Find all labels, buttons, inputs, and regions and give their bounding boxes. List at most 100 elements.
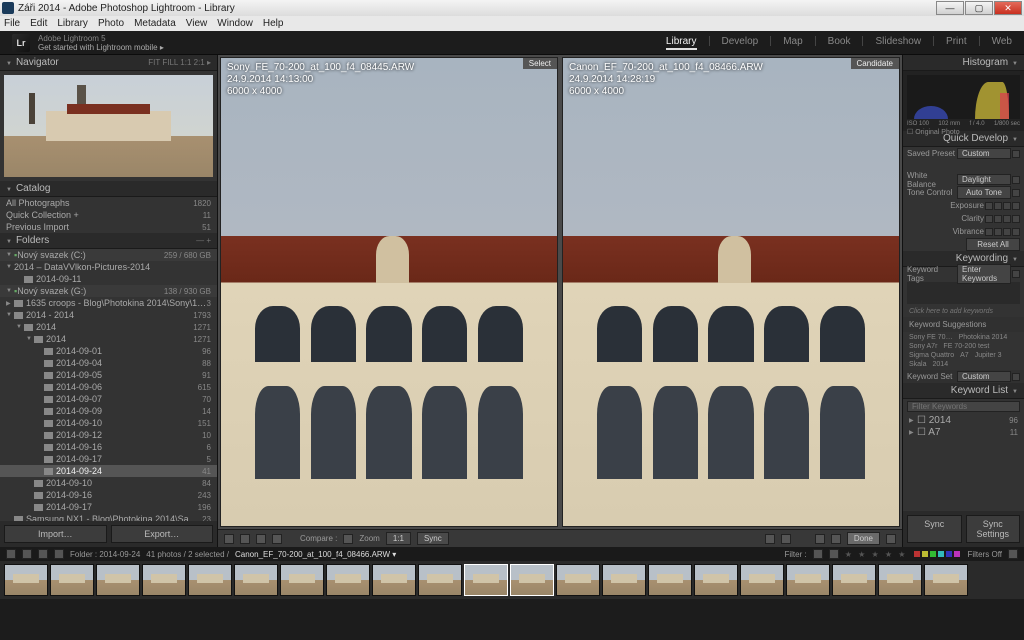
kwset-expand-icon[interactable]: [1012, 373, 1020, 381]
keyword-suggestion[interactable]: Photokina 2014: [957, 334, 1010, 341]
grid-view-icon[interactable]: [224, 534, 234, 544]
clar-up[interactable]: [1003, 215, 1011, 223]
filmstrip-thumb[interactable]: [4, 564, 48, 596]
grid-toggle-icon[interactable]: [22, 549, 32, 559]
done-button[interactable]: Done: [847, 532, 880, 545]
menu-library[interactable]: Library: [57, 18, 88, 29]
preset-expand-icon[interactable]: [1012, 150, 1020, 158]
keyword-list-row[interactable]: ▶☐ A711: [903, 426, 1024, 438]
folder-row[interactable]: Samsung NX1 - Blog\Photokina 2014\Samsun…: [0, 513, 217, 521]
folder-row[interactable]: 2014-09-2441: [0, 465, 217, 477]
module-print[interactable]: Print: [946, 36, 967, 50]
swap-icon[interactable]: [765, 534, 775, 544]
loupe-view-icon[interactable]: [240, 534, 250, 544]
module-develop[interactable]: Develop: [722, 36, 759, 50]
keyword-suggestion[interactable]: FE 70-200 test: [941, 343, 991, 350]
exp-down2[interactable]: [985, 202, 993, 210]
menu-help[interactable]: Help: [263, 18, 284, 29]
flag-reject-icon[interactable]: [829, 549, 839, 559]
filter-lock-icon[interactable]: [1008, 549, 1018, 559]
filmstrip-thumb[interactable]: [188, 564, 232, 596]
menu-metadata[interactable]: Metadata: [134, 18, 176, 29]
compare-view-icon[interactable]: [256, 534, 266, 544]
catalog-row[interactable]: All Photographs1820: [0, 197, 217, 209]
toolbar-disclosure-icon[interactable]: [886, 534, 896, 544]
filmstrip-thumb[interactable]: [786, 564, 830, 596]
wb-select[interactable]: Daylight: [957, 174, 1011, 185]
close-button[interactable]: ✕: [994, 1, 1022, 15]
keyword-suggestion[interactable]: A7: [958, 352, 971, 359]
folder-row[interactable]: 2014-09-06615: [0, 381, 217, 393]
export-button[interactable]: Export…: [111, 525, 214, 543]
maximize-button[interactable]: ▢: [965, 1, 993, 15]
color-label-filter[interactable]: [913, 550, 961, 559]
lock-icon[interactable]: [343, 534, 353, 544]
filmstrip-thumb[interactable]: [832, 564, 876, 596]
filmstrip-thumb[interactable]: [142, 564, 186, 596]
filmstrip-thumb[interactable]: [50, 564, 94, 596]
filmstrip-thumb[interactable]: [96, 564, 140, 596]
keyword-suggestion[interactable]: Jupiter 3: [973, 352, 1004, 359]
preset-select[interactable]: Custom: [957, 148, 1011, 159]
folder-row[interactable]: 2014-09-0914: [0, 405, 217, 417]
catalog-header[interactable]: Catalog: [0, 181, 217, 197]
menu-edit[interactable]: Edit: [30, 18, 47, 29]
folder-row[interactable]: 2014-09-1210: [0, 429, 217, 441]
filmstrip-thumb[interactable]: [602, 564, 646, 596]
exp-down[interactable]: [994, 202, 1002, 210]
compare-select-image[interactable]: Select Sony_FE_70-200_at_100_f4_08445.AR…: [220, 57, 558, 527]
keyword-hint[interactable]: Click here to add keywords: [903, 306, 1024, 317]
filmstrip-thumb[interactable]: [694, 564, 738, 596]
kw-set-select[interactable]: Custom: [957, 371, 1011, 382]
module-book[interactable]: Book: [828, 36, 851, 50]
folder-row[interactable]: 2014-09-0196: [0, 345, 217, 357]
compare-candidate-image[interactable]: Candidate Canon_EF_70-200_at_100_f4_0846…: [562, 57, 900, 527]
volume-row[interactable]: ▼▪ Nový svazek (G:)138 / 930 GB: [0, 285, 217, 297]
keyword-list-header[interactable]: Keyword List: [903, 383, 1024, 399]
catalog-row[interactable]: Quick Collection +11: [0, 209, 217, 221]
filmstrip-thumb[interactable]: [464, 564, 508, 596]
clar-down[interactable]: [994, 215, 1002, 223]
clar-down2[interactable]: [985, 215, 993, 223]
sync-settings-button[interactable]: Sync Settings: [966, 515, 1021, 543]
second-window-icon[interactable]: [6, 549, 16, 559]
make-select-icon[interactable]: [781, 534, 791, 544]
flag-pick-icon[interactable]: [813, 549, 823, 559]
navigator-header[interactable]: Navigator FIT FILL 1:1 2:1 ▸: [0, 55, 217, 71]
nav-back-icon[interactable]: [38, 549, 48, 559]
folder-row[interactable]: 2014-09-11: [0, 273, 217, 285]
folder-row[interactable]: ▼20141271: [0, 333, 217, 345]
filmstrip-thumb[interactable]: [372, 564, 416, 596]
filmstrip-thumb[interactable]: [280, 564, 324, 596]
tone-expand-icon[interactable]: [1012, 189, 1020, 197]
keyword-suggestion[interactable]: Skala: [907, 361, 929, 368]
filmstrip[interactable]: [0, 561, 1024, 599]
folder-row[interactable]: 2014-09-0770: [0, 393, 217, 405]
folder-row[interactable]: 2014-09-0488: [0, 357, 217, 369]
menu-photo[interactable]: Photo: [98, 18, 124, 29]
folder-row[interactable]: ▶1635 croops - Blog\Photokina 2014\Sony\…: [0, 297, 217, 309]
mobile-prompt[interactable]: Get started with Lightroom mobile ▸: [38, 43, 164, 52]
kw-expand-icon[interactable]: [1012, 270, 1020, 278]
module-map[interactable]: Map: [783, 36, 802, 50]
module-slideshow[interactable]: Slideshow: [875, 36, 921, 50]
module-library[interactable]: Library: [666, 36, 697, 50]
auto-tone-button[interactable]: Auto Tone: [957, 186, 1011, 199]
filmstrip-thumb[interactable]: [924, 564, 968, 596]
vib-down[interactable]: [994, 228, 1002, 236]
sync-button[interactable]: Sync: [907, 515, 962, 543]
filmstrip-thumb[interactable]: [648, 564, 692, 596]
filmstrip-thumb[interactable]: [418, 564, 462, 596]
path-file[interactable]: Canon_EF_70-200_at_100_f4_08466.ARW ▾: [235, 550, 396, 559]
folders-header[interactable]: Folders— +: [0, 233, 217, 249]
keyword-suggestion[interactable]: Sigma Quattro: [907, 352, 956, 359]
folder-row[interactable]: 2014-09-0591: [0, 369, 217, 381]
minimize-button[interactable]: —: [936, 1, 964, 15]
keyword-list-row[interactable]: ▶☐ 201496: [903, 414, 1024, 426]
keyword-suggestion[interactable]: Sony FE 70…: [907, 334, 955, 341]
folder-row[interactable]: ▼2014 - 20141793: [0, 309, 217, 321]
sync-toggle[interactable]: Sync: [417, 532, 449, 545]
folder-row[interactable]: 2014-09-10151: [0, 417, 217, 429]
exp-up[interactable]: [1003, 202, 1011, 210]
clar-up2[interactable]: [1012, 215, 1020, 223]
